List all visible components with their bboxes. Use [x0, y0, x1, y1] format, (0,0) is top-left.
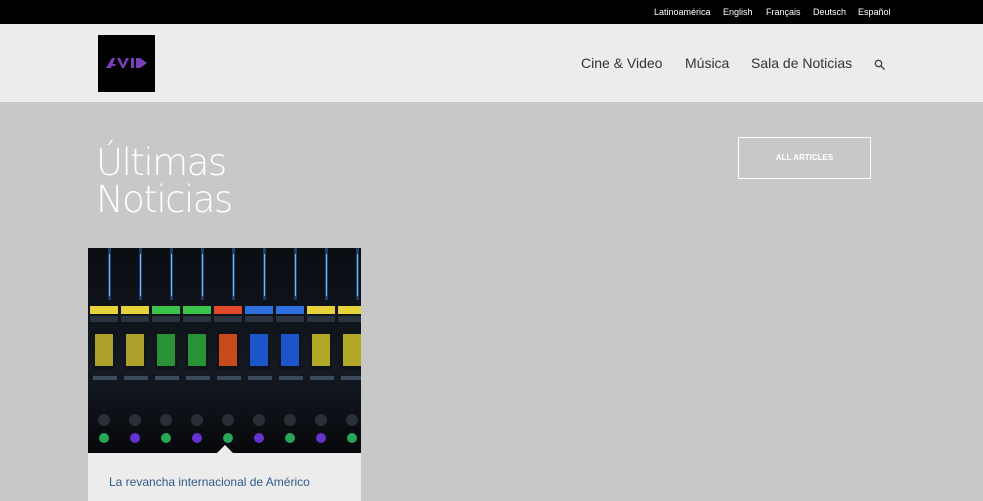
nav-sala-de-noticias[interactable]: Sala de Noticias [751, 55, 852, 71]
lang-espanol[interactable]: Español [858, 7, 891, 17]
page-title-line1: Últimas [96, 141, 227, 184]
site-header: Cine & Video Música Sala de Noticias [0, 24, 983, 102]
lang-francais[interactable]: Français [766, 7, 801, 17]
mixing-console-image [88, 248, 361, 453]
lang-english[interactable]: English [723, 7, 753, 17]
avid-logo[interactable] [98, 35, 155, 92]
nav-musica[interactable]: Música [685, 55, 729, 71]
article-card[interactable]: La revancha internacional de Américo [88, 248, 361, 501]
avid-logo-mark [106, 58, 147, 68]
nav-cine-video[interactable]: Cine & Video [581, 55, 662, 71]
article-image [88, 248, 361, 453]
article-title[interactable]: La revancha internacional de Américo [109, 475, 310, 489]
lang-latinoamerica[interactable]: Latinoamérica [654, 7, 711, 17]
page-title-line2: Noticias [96, 178, 233, 221]
page-title: Últimas Noticias [96, 141, 233, 221]
language-bar: Latinoamérica English Français Deutsch E… [0, 0, 983, 24]
all-articles-button[interactable]: ALL ARTICLES [738, 137, 871, 179]
search-icon[interactable] [874, 59, 886, 71]
card-pointer [217, 445, 233, 453]
lang-deutsch[interactable]: Deutsch [813, 7, 846, 17]
